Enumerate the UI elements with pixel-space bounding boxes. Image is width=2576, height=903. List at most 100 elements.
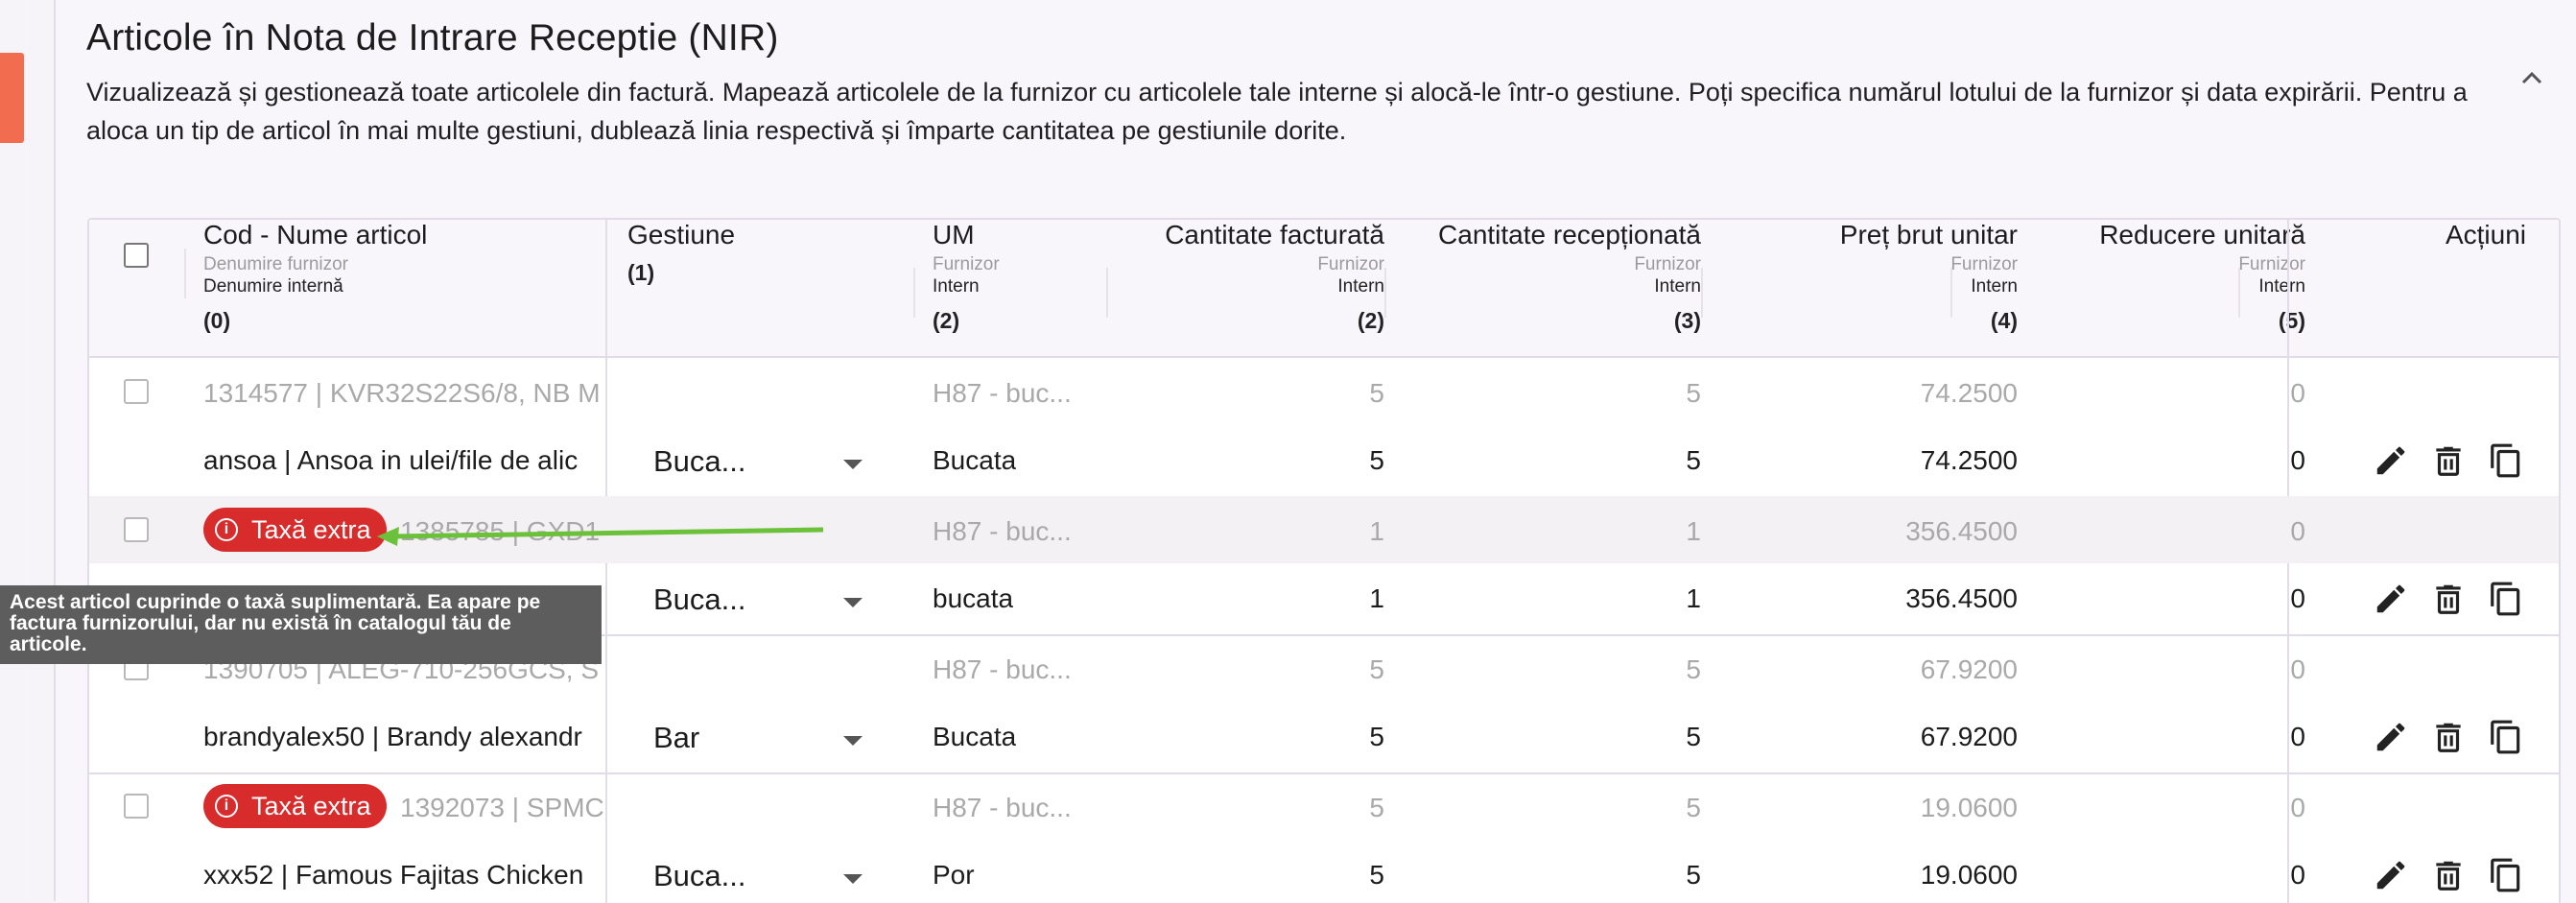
chevron-down-icon[interactable] bbox=[843, 598, 863, 607]
supplier-item-name: 1385785 | GXD1 bbox=[400, 516, 601, 546]
internal-item-name[interactable]: brandyalex50 | Brandy alexandr bbox=[203, 722, 604, 752]
um-internal[interactable]: Bucata bbox=[933, 722, 1016, 752]
reducere-internal[interactable]: 0 bbox=[2210, 722, 2305, 752]
delete-icon[interactable] bbox=[2430, 442, 2467, 479]
gestiune-select[interactable]: Buca... bbox=[653, 582, 746, 617]
delete-icon[interactable] bbox=[2430, 719, 2467, 755]
pret-internal[interactable]: 74.2500 bbox=[1826, 445, 2018, 476]
um-internal[interactable]: bucata bbox=[933, 583, 1013, 614]
cant-rec-supplier: 5 bbox=[1686, 378, 1701, 408]
cant-rec-supplier: 5 bbox=[1686, 654, 1701, 684]
header-name-index: (0) bbox=[203, 308, 231, 333]
pret-internal[interactable]: 19.0600 bbox=[1826, 860, 2018, 891]
header-divider bbox=[913, 268, 915, 318]
cant-fact-supplier: 5 bbox=[1369, 654, 1384, 684]
um-supplier: H87 - buc... bbox=[933, 378, 1072, 408]
cant-rec-internal[interactable]: 5 bbox=[1605, 722, 1701, 752]
extra-fee-badge[interactable]: i Taxă extra bbox=[203, 508, 387, 552]
header-pret-sub2: Intern bbox=[1971, 276, 2018, 297]
header-reducere-sub2: Intern bbox=[2258, 276, 2305, 297]
header-name-sub1: Denumire furnizor bbox=[203, 254, 348, 274]
header-divider bbox=[2238, 268, 2240, 318]
um-internal[interactable]: Por bbox=[933, 860, 975, 891]
delete-icon[interactable] bbox=[2430, 857, 2467, 893]
header-cant-rec-sub2: Intern bbox=[1654, 276, 1701, 297]
cant-rec-supplier: 5 bbox=[1686, 793, 1701, 822]
sidebar-active-indicator[interactable] bbox=[0, 53, 24, 143]
um-supplier: H87 - buc... bbox=[933, 516, 1072, 546]
header-um-sub2: Intern bbox=[933, 276, 980, 297]
chevron-down-icon[interactable] bbox=[843, 874, 863, 884]
header-divider bbox=[1950, 268, 1952, 318]
header-divider bbox=[1384, 268, 1386, 318]
um-internal[interactable]: Bucata bbox=[933, 445, 1016, 476]
row-checkbox[interactable] bbox=[124, 379, 149, 404]
gestiune-select[interactable]: Buca... bbox=[653, 859, 746, 893]
left-rail-inner bbox=[28, 0, 56, 901]
header-cant-fact-index: (2) bbox=[1357, 308, 1384, 333]
gestiune-select[interactable]: Bar bbox=[653, 721, 699, 755]
delete-icon[interactable] bbox=[2430, 581, 2467, 617]
table-header: Cod - Nume articol Denumire furnizor Den… bbox=[89, 220, 2559, 358]
row-checkbox[interactable] bbox=[124, 794, 149, 819]
extra-fee-badge[interactable]: i Taxă extra bbox=[203, 784, 387, 828]
header-um[interactable]: UM bbox=[933, 220, 975, 250]
header-cant-rec-sub1: Furnizor bbox=[1634, 254, 1701, 274]
cant-fact-internal: 1 bbox=[1369, 583, 1384, 613]
supplier-item-name: 1392073 | SPMC bbox=[400, 793, 604, 822]
header-name[interactable]: Cod - Nume articol bbox=[203, 220, 427, 250]
cant-fact-supplier: 1 bbox=[1369, 516, 1384, 546]
pret-supplier: 74.2500 bbox=[1920, 378, 2018, 408]
header-divider bbox=[184, 249, 186, 298]
pret-supplier: 19.0600 bbox=[1920, 793, 2018, 822]
reducere-supplier: 0 bbox=[2290, 378, 2305, 408]
cant-rec-internal[interactable]: 5 bbox=[1605, 445, 1701, 476]
header-cant-fact-sub1: Furnizor bbox=[1317, 254, 1384, 274]
copy-icon[interactable] bbox=[2488, 857, 2524, 893]
header-reducere-sub1: Furnizor bbox=[2238, 254, 2305, 274]
header-pret-sub1: Furnizor bbox=[1950, 254, 2018, 274]
pret-supplier: 356.4500 bbox=[1905, 516, 2018, 546]
internal-item-name[interactable]: ansoa | Ansoa in ulei/file de alic bbox=[203, 445, 604, 476]
chevron-down-icon[interactable] bbox=[843, 736, 863, 746]
um-supplier: H87 - buc... bbox=[933, 793, 1072, 822]
copy-icon[interactable] bbox=[2488, 442, 2524, 479]
select-all-checkbox[interactable] bbox=[124, 243, 149, 268]
edit-icon[interactable] bbox=[2373, 719, 2409, 755]
header-um-index: (2) bbox=[933, 308, 960, 333]
header-gestiune[interactable]: Gestiune bbox=[627, 220, 735, 250]
pret-internal[interactable]: 356.4500 bbox=[1826, 583, 2018, 614]
reducere-internal[interactable]: 0 bbox=[2210, 445, 2305, 476]
supplier-item-name: 1314577 | KVR32S22S6/8, NB M bbox=[203, 378, 601, 408]
copy-icon[interactable] bbox=[2488, 719, 2524, 755]
info-icon: i bbox=[215, 795, 238, 818]
edit-icon[interactable] bbox=[2373, 857, 2409, 893]
copy-icon[interactable] bbox=[2488, 581, 2524, 617]
reducere-internal[interactable]: 0 bbox=[2210, 860, 2305, 891]
internal-item-name[interactable]: xxx52 | Famous Fajitas Chicken bbox=[203, 860, 604, 891]
badge-label: Taxă extra bbox=[251, 514, 371, 544]
chevron-up-icon[interactable] bbox=[2517, 63, 2546, 92]
chevron-down-icon[interactable] bbox=[843, 460, 863, 469]
cant-rec-internal[interactable]: 5 bbox=[1605, 860, 1701, 891]
header-reducere[interactable]: Reducere unitară bbox=[1931, 220, 2305, 250]
section-title: Articole în Nota de Intrare Receptie (NI… bbox=[86, 17, 779, 59]
badge-label: Taxă extra bbox=[251, 791, 371, 820]
um-supplier: H87 - buc... bbox=[933, 654, 1072, 684]
reducere-internal[interactable]: 0 bbox=[2210, 583, 2305, 614]
edit-icon[interactable] bbox=[2373, 581, 2409, 617]
header-cant-rec[interactable]: Cantitate recepționată bbox=[1327, 220, 1701, 250]
extra-fee-tooltip: Acest articol cuprinde o taxă suplimenta… bbox=[0, 585, 602, 664]
nir-items-table: Cod - Nume articol Denumire furnizor Den… bbox=[87, 218, 2561, 903]
cant-fact-internal: 5 bbox=[1369, 860, 1384, 890]
row-checkbox[interactable] bbox=[124, 517, 149, 542]
header-gestiune-index: (1) bbox=[627, 260, 655, 285]
gestiune-select[interactable]: Buca... bbox=[653, 444, 746, 479]
header-cant-rec-index: (3) bbox=[1673, 308, 1701, 333]
pret-internal[interactable]: 67.9200 bbox=[1826, 722, 2018, 752]
cant-rec-internal[interactable]: 1 bbox=[1605, 583, 1701, 614]
reducere-supplier: 0 bbox=[2290, 793, 2305, 822]
edit-icon[interactable] bbox=[2373, 442, 2409, 479]
table-row: 1314577 | KVR32S22S6/8, NB M ansoa | Ans… bbox=[89, 358, 2559, 498]
cant-fact-supplier: 5 bbox=[1369, 378, 1384, 408]
